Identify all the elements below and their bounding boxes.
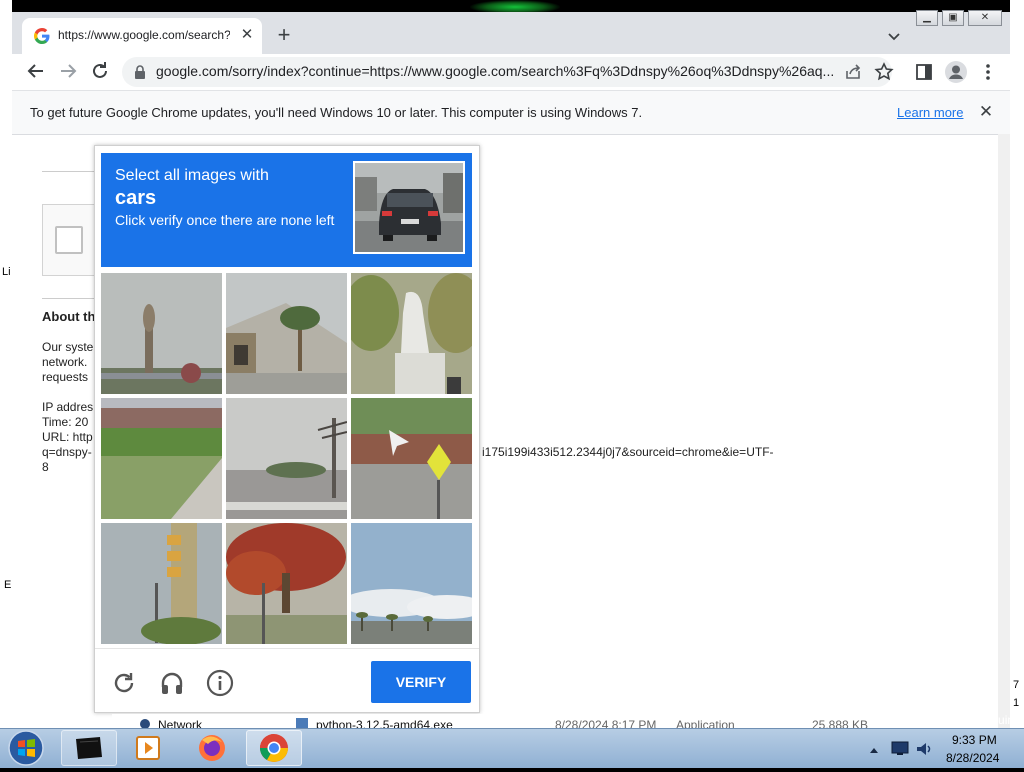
captcha-tile[interactable] [226, 523, 347, 644]
taskbar-firefox-icon[interactable] [184, 730, 240, 766]
captcha-tile[interactable] [101, 523, 222, 644]
new-tab-button[interactable]: + [272, 24, 296, 48]
bookmark-star-icon[interactable] [873, 61, 895, 83]
tray-show-hidden-icon[interactable] [868, 742, 880, 753]
tab-search-chevron-icon[interactable] [884, 26, 904, 46]
start-orb-icon[interactable] [4, 729, 48, 767]
captcha-tile[interactable] [226, 273, 347, 394]
close-window-button[interactable]: ✕ [968, 10, 1002, 26]
url-end-line: 8 [42, 460, 49, 474]
tray-network-icon[interactable] [890, 740, 910, 756]
about-heading: About th [42, 309, 96, 324]
tab-close-icon[interactable]: ✕ [238, 26, 256, 44]
reload-icon[interactable] [88, 59, 112, 83]
taskbar-terminal-button[interactable] [61, 730, 117, 766]
time-line: Time: 20 [42, 415, 89, 429]
audio-challenge-icon[interactable] [158, 669, 186, 697]
back-arrow-icon[interactable] [24, 59, 48, 83]
captcha-sample-image [353, 161, 465, 254]
minimize-button[interactable]: ▁ [916, 10, 938, 26]
captcha-target: cars [115, 187, 157, 209]
tab-title: https://www.google.com/search? [58, 28, 230, 42]
para-line-3: requests [42, 370, 89, 384]
url-continuation: i175i199i433i512.2344j0j7&sourceid=chrom… [482, 445, 774, 459]
captcha-footer-divider [95, 648, 479, 649]
forward-arrow-icon[interactable] [56, 59, 80, 83]
verify-button[interactable]: VERIFY [371, 661, 471, 703]
info-icon[interactable] [206, 669, 234, 697]
captcha-subinstruction: Click verify once there are none left [115, 212, 335, 228]
explorer-file-row [112, 714, 908, 729]
maximize-button[interactable]: ▣ [942, 10, 964, 26]
infobar-message: To get future Google Chrome updates, you… [30, 105, 643, 120]
query-line: q=dnspy- [42, 445, 92, 459]
taskbar-media-player-icon[interactable] [121, 730, 177, 766]
desktop-edge-text-1: Li [2, 266, 11, 278]
reload-challenge-icon[interactable] [110, 669, 138, 697]
not-genuine-watermark: ndows is not genuine [908, 713, 1021, 727]
divider-bottom [42, 298, 102, 299]
recaptcha-checkbox[interactable] [55, 226, 83, 254]
para-line-1: Our syste [42, 340, 94, 354]
taskbar-chrome-button[interactable] [246, 730, 302, 766]
captcha-tile[interactable] [351, 273, 472, 394]
captcha-instruction: Select all images with [115, 167, 269, 184]
google-favicon-icon [34, 28, 50, 44]
infobar-close-icon[interactable]: ✕ [976, 102, 996, 122]
captcha-tile[interactable] [226, 398, 347, 519]
lock-icon[interactable] [132, 64, 148, 80]
desktop-edge-text-4: 1 [1013, 697, 1020, 709]
side-panel-icon[interactable] [913, 61, 935, 83]
tray-volume-icon[interactable] [914, 740, 934, 758]
desktop-edge-text-2: E [4, 579, 12, 591]
menu-kebab-icon[interactable] [978, 60, 998, 84]
captcha-tile[interactable] [351, 523, 472, 644]
desktop-edge-text-3: 7 [1013, 679, 1020, 691]
url-line: URL: http [42, 430, 93, 444]
captcha-tile[interactable] [101, 398, 222, 519]
clock-time[interactable]: 9:33 PM [952, 733, 997, 747]
para-line-2: network. [42, 355, 88, 369]
captcha-tile[interactable] [351, 398, 472, 519]
learn-more-link[interactable]: Learn more [897, 105, 963, 120]
divider-top [42, 171, 102, 172]
url-text[interactable]: google.com/sorry/index?continue=https://… [156, 63, 836, 79]
desktop-right-edge [1010, 0, 1024, 728]
page-scrollbar[interactable] [998, 134, 1010, 728]
desktop-left-edge [0, 0, 12, 728]
profile-avatar-icon[interactable] [944, 60, 968, 84]
clock-date[interactable]: 8/28/2024 [946, 751, 999, 765]
ip-line: IP addres [42, 400, 94, 414]
share-icon[interactable] [843, 62, 863, 82]
captcha-tile[interactable] [101, 273, 222, 394]
